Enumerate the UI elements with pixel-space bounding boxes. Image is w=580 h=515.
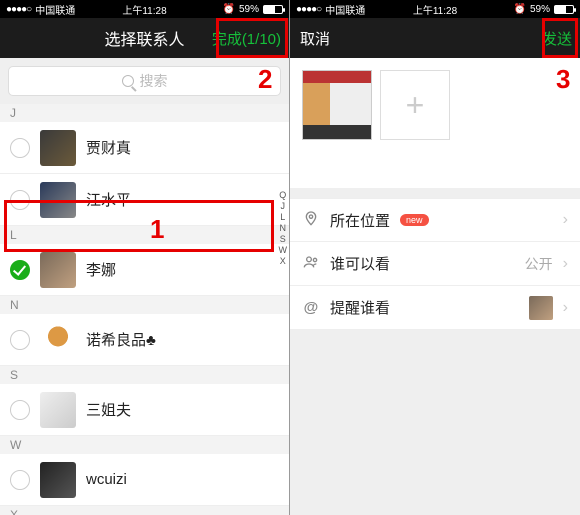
- cancel-button[interactable]: 取消: [300, 28, 330, 49]
- avatar: [40, 182, 76, 218]
- nav-title: 选择联系人: [104, 26, 184, 50]
- radio-unchecked-icon: [10, 400, 30, 420]
- avatar: [40, 392, 76, 428]
- add-image-button[interactable]: +: [380, 70, 450, 140]
- section-header: J: [0, 104, 289, 122]
- radio-unchecked-icon: [10, 190, 30, 210]
- carrier-label: 中国联通: [325, 2, 365, 17]
- avatar: [40, 252, 76, 288]
- chevron-right-icon: ›: [563, 299, 568, 317]
- done-button[interactable]: 完成(1/10): [212, 28, 281, 49]
- chevron-right-icon: ›: [563, 211, 568, 229]
- annotation-label: 3: [556, 64, 570, 95]
- privacy-icon: [302, 254, 320, 274]
- avatar: [40, 130, 76, 166]
- mention-option[interactable]: @ 提醒谁看 ›: [290, 286, 580, 330]
- annotation-label: 1: [150, 214, 164, 245]
- radio-unchecked-icon: [10, 470, 30, 490]
- status-time: 上午11:28: [98, 2, 190, 17]
- search-placeholder: 搜索: [140, 71, 168, 91]
- battery-percent: 59%: [239, 4, 259, 15]
- signal-icon: ●●●●○: [296, 4, 321, 15]
- location-pin-icon: [302, 210, 320, 230]
- section-header: N: [0, 296, 289, 314]
- battery-icon: [263, 5, 283, 14]
- avatar: [40, 462, 76, 498]
- battery-percent: 59%: [530, 4, 550, 15]
- contact-row[interactable]: 李娜: [0, 244, 289, 296]
- contact-name: wcuizi: [86, 471, 127, 488]
- status-time: 上午11:28: [389, 2, 482, 17]
- contact-row[interactable]: wcuizi: [0, 454, 289, 506]
- signal-icon: ●●●●○: [6, 4, 31, 15]
- status-bar: ●●●●○ 中国联通 上午11:28 ⏰ 59%: [0, 0, 289, 18]
- location-label: 所在位置: [330, 210, 390, 231]
- chevron-right-icon: ›: [563, 255, 568, 273]
- compose-area[interactable]: +: [290, 58, 580, 188]
- alarm-icon: ⏰: [514, 4, 526, 15]
- contact-row[interactable]: 江水平: [0, 174, 289, 226]
- annotation-label: 2: [258, 64, 272, 95]
- alpha-index[interactable]: QJLNSWX: [279, 190, 288, 266]
- nav-bar: 取消 发送: [290, 18, 580, 58]
- contact-picker-screen: ●●●●○ 中国联通 上午11:28 ⏰ 59% 选择联系人 完成(1/10) 搜索…: [0, 0, 290, 515]
- contact-row[interactable]: 贾财真: [0, 122, 289, 174]
- compose-moment-screen: ●●●●○ 中国联通 上午11:28 ⏰ 59% 取消 发送 + 所在位置 new …: [290, 0, 580, 515]
- section-header: X: [0, 506, 289, 515]
- plus-icon: +: [406, 87, 425, 124]
- search-input[interactable]: 搜索: [8, 66, 281, 96]
- search-icon: [122, 75, 134, 87]
- privacy-label: 谁可以看: [330, 253, 390, 274]
- privacy-option[interactable]: 谁可以看 公开 ›: [290, 242, 580, 286]
- avatar: [40, 322, 76, 358]
- status-bar: ●●●●○ 中国联通 上午11:28 ⏰ 59%: [290, 0, 580, 18]
- send-button[interactable]: 发送: [542, 28, 572, 49]
- section-header: S: [0, 366, 289, 384]
- nav-bar: 选择联系人 完成(1/10): [0, 18, 289, 58]
- location-option[interactable]: 所在位置 new ›: [290, 198, 580, 242]
- carrier-label: 中国联通: [35, 2, 75, 17]
- contact-row[interactable]: 诺希良品♣: [0, 314, 289, 366]
- privacy-value: 公开: [525, 254, 553, 274]
- alarm-icon: ⏰: [223, 4, 235, 15]
- mentioned-avatar: [529, 296, 553, 320]
- attached-image-thumb[interactable]: [302, 70, 372, 140]
- section-header: L: [0, 226, 289, 244]
- radio-checked-icon: [10, 260, 30, 280]
- contact-name: 诺希良品♣: [86, 329, 156, 350]
- mention-label: 提醒谁看: [330, 297, 390, 318]
- new-badge: new: [400, 214, 429, 226]
- section-header: W: [0, 436, 289, 454]
- contact-row[interactable]: 三姐夫: [0, 384, 289, 436]
- radio-unchecked-icon: [10, 330, 30, 350]
- contact-name: 李娜: [86, 259, 116, 280]
- at-icon: @: [302, 299, 320, 316]
- battery-icon: [554, 5, 574, 14]
- contact-name: 贾财真: [86, 137, 131, 158]
- contact-name: 三姐夫: [86, 399, 131, 420]
- contact-name: 江水平: [86, 189, 131, 210]
- radio-unchecked-icon: [10, 138, 30, 158]
